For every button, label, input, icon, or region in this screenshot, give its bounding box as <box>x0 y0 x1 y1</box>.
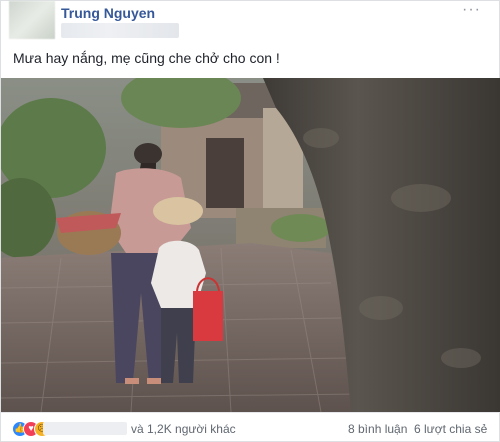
comments-count[interactable]: 8 bình luận <box>348 422 407 436</box>
post-footer: 👍 ♥ ☹ và 1,2K người khác 8 bình luận 6 l… <box>1 412 500 442</box>
avatar[interactable] <box>9 1 55 39</box>
more-options-icon[interactable]: ··· <box>462 1 481 19</box>
post-timestamp-blurred <box>61 23 179 38</box>
photo-illustration <box>1 78 500 412</box>
post-photo[interactable] <box>1 78 500 412</box>
shares-count[interactable]: 6 lượt chia sẻ <box>414 422 487 436</box>
reaction-count[interactable]: và 1,2K người khác <box>131 422 236 436</box>
feed-post: Trung Nguyen ··· Mưa hay nắng, mẹ cũng c… <box>0 0 500 442</box>
author-name[interactable]: Trung Nguyen <box>61 5 155 21</box>
post-text: Mưa hay nắng, mẹ cũng che chở cho con ! <box>13 50 280 66</box>
reactor-names-blurred[interactable] <box>43 422 127 435</box>
